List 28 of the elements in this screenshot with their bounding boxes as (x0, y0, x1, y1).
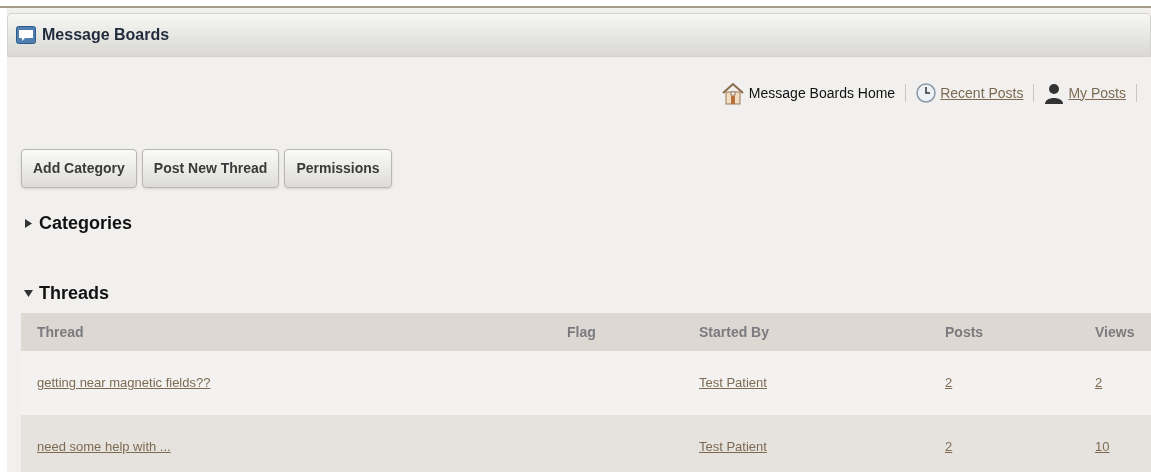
portlet-title: Message Boards (42, 25, 170, 45)
toolbar-button[interactable]: Post New Thread (141, 149, 280, 188)
section-title[interactable]: Categories (39, 210, 133, 237)
nav-link[interactable]: My Posts (1068, 82, 1126, 104)
column-header: Thread (37, 323, 84, 340)
table-link[interactable]: 2 (945, 375, 953, 391)
chat-window-icon (16, 26, 36, 44)
nav-link[interactable]: Message Boards Home (748, 82, 896, 104)
column-header: Posts (945, 323, 984, 340)
toolbar-button[interactable]: Add Category (21, 149, 137, 188)
table-link[interactable]: 10 (1095, 439, 1110, 455)
table-link[interactable]: 2 (1095, 375, 1103, 391)
table-link[interactable]: need some help with ... (37, 439, 171, 455)
column-header: Views (1095, 323, 1135, 340)
collapse-triangle-icon[interactable] (24, 289, 33, 298)
toolbar-button[interactable]: Permissions (284, 149, 392, 188)
clock-icon (916, 83, 937, 103)
table-link[interactable]: Test Patient (699, 375, 767, 391)
table-link[interactable]: 2 (945, 439, 953, 455)
column-header: Started By (699, 323, 770, 340)
expand-triangle-icon[interactable] (24, 219, 33, 228)
column-header: Flag (567, 323, 596, 340)
table-link[interactable]: Test Patient (699, 439, 767, 455)
person-icon (1044, 82, 1065, 104)
nav-link[interactable]: Recent Posts (940, 82, 1024, 104)
house-icon (720, 81, 745, 105)
section-title[interactable]: Threads (39, 280, 110, 307)
table-link[interactable]: getting near magnetic fields?? (37, 375, 211, 391)
